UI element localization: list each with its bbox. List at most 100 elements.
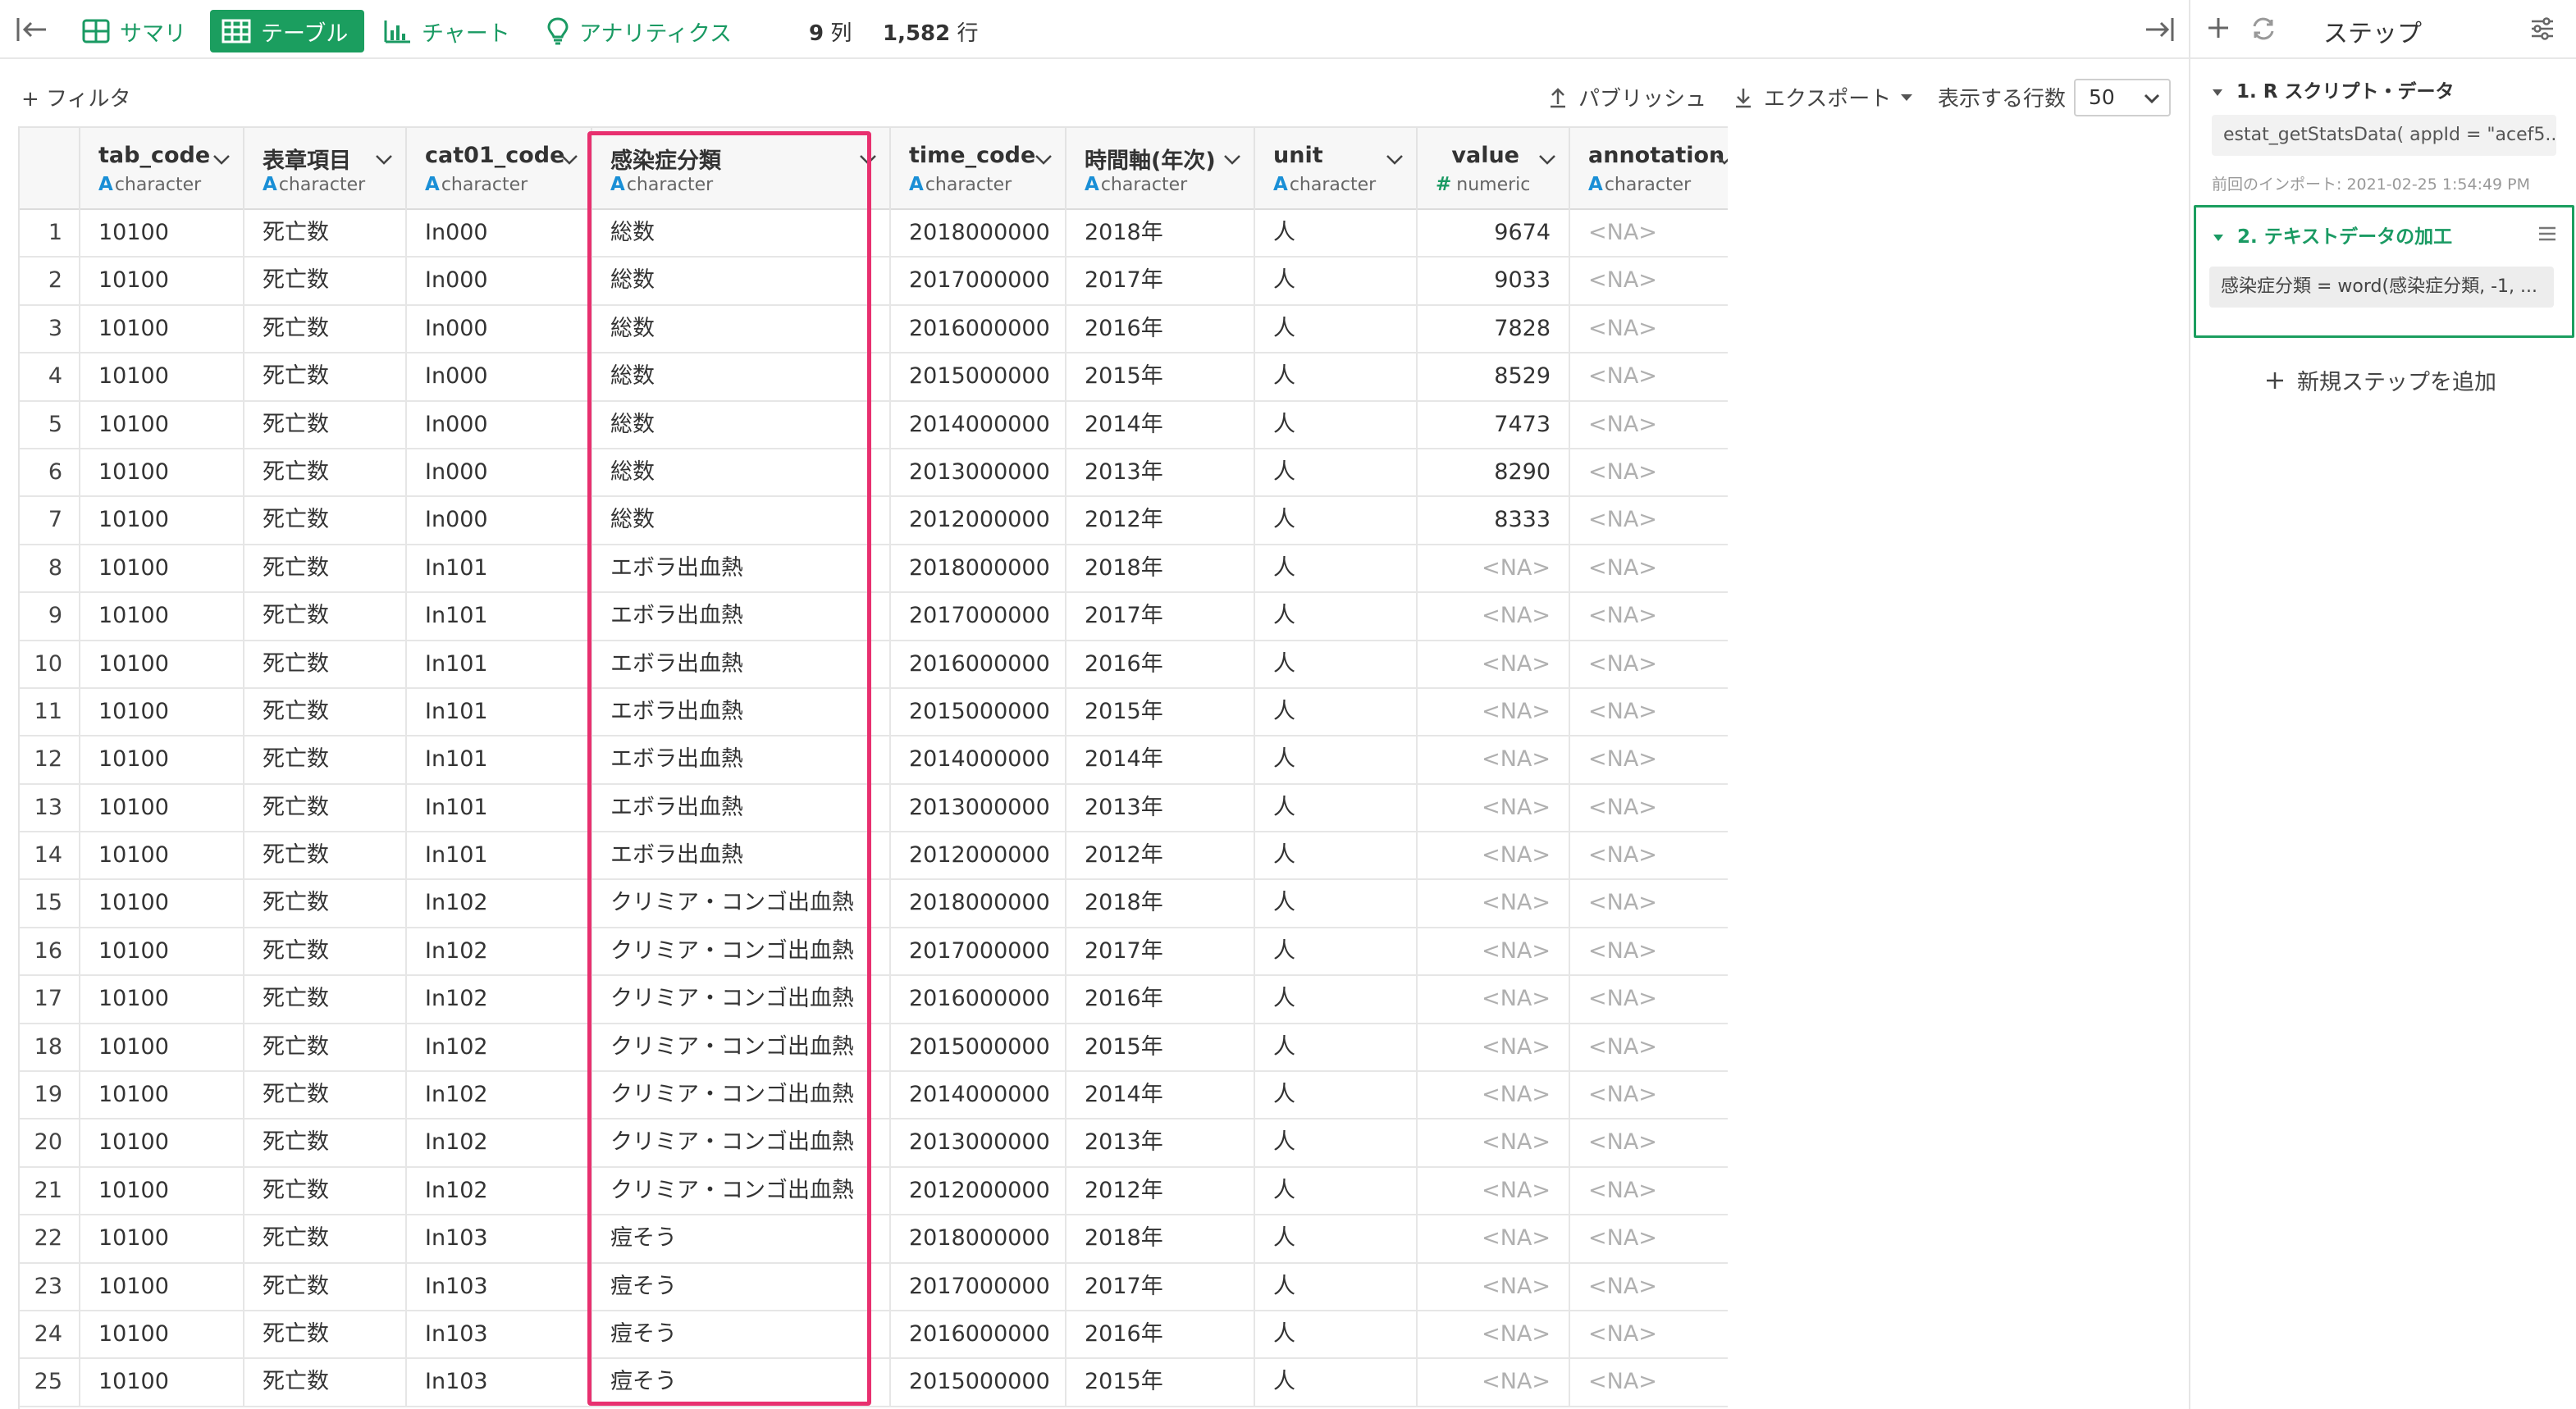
table-cell[interactable]: 人 xyxy=(1255,784,1418,832)
table-row[interactable]: 14 10100 死亡数 In101 エボラ出血熱 2012000000 2012年人 <NA… xyxy=(20,832,1728,881)
table-cell[interactable]: <NA> xyxy=(1570,306,1728,352)
table-cell[interactable]: 痘そう xyxy=(592,1215,891,1262)
table-cell[interactable]: 2018年 xyxy=(1066,1215,1255,1262)
table-cell[interactable]: In000 xyxy=(407,449,592,496)
table-cell[interactable]: 人 xyxy=(1255,1167,1418,1215)
table-cell[interactable]: 2018年 xyxy=(1066,880,1255,927)
table-cell[interactable]: 人 xyxy=(1255,1359,1418,1406)
table-cell[interactable]: <NA> xyxy=(1418,1024,1570,1071)
table-cell[interactable]: In000 xyxy=(407,497,592,544)
table-cell[interactable]: 人 xyxy=(1255,1024,1418,1071)
table-cell[interactable]: <NA> xyxy=(1418,880,1570,927)
table-cell[interactable]: 10100 xyxy=(80,593,244,640)
table-cell[interactable]: 人 xyxy=(1255,1072,1418,1119)
table-cell[interactable]: クリミア・コンゴ出血熱 xyxy=(592,880,891,927)
table-cell[interactable]: 2013000000 xyxy=(891,449,1066,496)
table-cell[interactable]: 2012000000 xyxy=(891,832,1066,879)
table-cell[interactable]: In103 xyxy=(407,1263,592,1310)
step-1-title[interactable]: 1. R スクリプト・データ xyxy=(2212,75,2454,103)
table-cell[interactable]: 10100 xyxy=(80,1215,244,1262)
table-cell[interactable]: 死亡数 xyxy=(244,976,407,1023)
table-cell[interactable]: クリミア・コンゴ出血熱 xyxy=(592,1072,891,1119)
table-cell[interactable]: 総数 xyxy=(592,210,891,257)
table-cell[interactable]: In102 xyxy=(407,976,592,1023)
table-cell[interactable]: In102 xyxy=(407,880,592,927)
table-cell[interactable]: 2014年 xyxy=(1066,736,1255,783)
chevron-down-icon[interactable] xyxy=(374,151,394,167)
table-row[interactable]: 13 10100 死亡数 In101 エボラ出血熱 2013000000 2013年人 <NA… xyxy=(20,784,1728,833)
table-cell[interactable]: In000 xyxy=(407,258,592,304)
table-cell[interactable]: In103 xyxy=(407,1359,592,1406)
table-cell[interactable]: 2014年 xyxy=(1066,1072,1255,1119)
table-cell[interactable]: 死亡数 xyxy=(244,880,407,927)
table-cell[interactable]: <NA> xyxy=(1570,1072,1728,1118)
table-cell[interactable]: 総数 xyxy=(592,497,891,544)
column-header[interactable]: 時間軸(年次) Acharacter xyxy=(1066,128,1255,210)
table-cell[interactable]: 8529 xyxy=(1418,353,1570,400)
filter-button[interactable]: + フィルタ xyxy=(21,82,131,112)
table-cell[interactable]: <NA> xyxy=(1570,1264,1728,1310)
table-cell[interactable]: 死亡数 xyxy=(244,545,407,592)
table-cell[interactable]: 人 xyxy=(1255,210,1418,257)
table-cell[interactable]: 死亡数 xyxy=(244,593,407,640)
table-row[interactable]: 19 10100 死亡数 In102 クリミア・コンゴ出血熱 2014000000 2014… xyxy=(20,1072,1728,1120)
table-row[interactable]: 8 10100 死亡数 In101 エボラ出血熱 2018000000 2018年人 <NA>… xyxy=(20,545,1728,594)
table-cell[interactable]: 人 xyxy=(1255,928,1418,975)
table-row[interactable]: 5 10100 死亡数 In000 総数 2014000000 2014年人 7473 <NA> xyxy=(20,401,1728,449)
column-header[interactable]: time_code Acharacter xyxy=(891,128,1066,210)
table-cell[interactable]: 総数 xyxy=(592,258,891,304)
table-cell[interactable]: エボラ出血熱 xyxy=(592,593,891,640)
table-cell[interactable]: 2015年 xyxy=(1066,1024,1255,1071)
table-cell[interactable]: <NA> xyxy=(1418,1263,1570,1310)
table-cell[interactable]: <NA> xyxy=(1570,402,1728,448)
table-cell[interactable]: 死亡数 xyxy=(244,928,407,975)
table-cell[interactable]: 死亡数 xyxy=(244,1311,407,1358)
table-cell[interactable]: 死亡数 xyxy=(244,1072,407,1119)
table-cell[interactable]: 人 xyxy=(1255,832,1418,879)
table-cell[interactable]: 2017年 xyxy=(1066,593,1255,640)
export-button[interactable]: エクスポート xyxy=(1733,82,1914,112)
table-cell[interactable]: 2016000000 xyxy=(891,305,1066,353)
step-2-card[interactable]: 2. テキストデータの加工 感染症分類 = word(感染症分類, -1, ..… xyxy=(2194,205,2574,338)
table-cell[interactable]: 人 xyxy=(1255,976,1418,1023)
table-cell[interactable]: <NA> xyxy=(1418,1119,1570,1166)
table-cell[interactable]: 2017年 xyxy=(1066,928,1255,975)
table-cell[interactable]: 2016年 xyxy=(1066,305,1255,353)
table-cell[interactable]: 10100 xyxy=(80,880,244,927)
table-cell[interactable]: 2015年 xyxy=(1066,353,1255,400)
table-cell[interactable]: 死亡数 xyxy=(244,258,407,304)
chevron-down-icon[interactable] xyxy=(1537,151,1557,167)
column-header[interactable]: cat01_code Acharacter xyxy=(407,128,592,210)
table-cell[interactable]: 10100 xyxy=(80,1119,244,1166)
table-cell[interactable]: <NA> xyxy=(1570,1215,1728,1261)
table-cell[interactable]: 10100 xyxy=(80,641,244,687)
table-row[interactable]: 24 10100 死亡数 In103 痘そう 2016000000 2016年人 <NA> <N… xyxy=(20,1311,1728,1360)
table-cell[interactable]: 人 xyxy=(1255,1215,1418,1262)
column-header[interactable]: value # numeric xyxy=(1418,128,1570,210)
table-cell[interactable]: 2016000000 xyxy=(891,641,1066,687)
table-cell[interactable]: 10100 xyxy=(80,976,244,1023)
table-cell[interactable]: 2017年 xyxy=(1066,1263,1255,1310)
table-cell[interactable]: 死亡数 xyxy=(244,641,407,687)
table-cell[interactable]: 人 xyxy=(1255,736,1418,783)
table-cell[interactable]: 9033 xyxy=(1418,258,1570,304)
table-cell[interactable]: <NA> xyxy=(1570,1119,1728,1165)
table-cell[interactable]: 10100 xyxy=(80,688,244,736)
table-cell[interactable]: 2018年 xyxy=(1066,545,1255,592)
table-cell[interactable]: 痘そう xyxy=(592,1311,891,1358)
table-cell[interactable]: 総数 xyxy=(592,449,891,496)
table-cell[interactable]: <NA> xyxy=(1570,1311,1728,1357)
collapse-left-icon[interactable] xyxy=(15,15,51,44)
table-cell[interactable]: 2016年 xyxy=(1066,976,1255,1023)
table-cell[interactable]: 総数 xyxy=(592,353,891,400)
table-cell[interactable]: <NA> xyxy=(1418,545,1570,592)
table-cell[interactable]: 10100 xyxy=(80,1359,244,1406)
table-cell[interactable]: 2015000000 xyxy=(891,353,1066,400)
table-cell[interactable]: <NA> xyxy=(1570,497,1728,543)
table-cell[interactable]: 死亡数 xyxy=(244,832,407,879)
step-2-code[interactable]: 感染症分類 = word(感染症分類, -1, ... xyxy=(2209,267,2554,308)
table-cell[interactable]: <NA> xyxy=(1418,928,1570,975)
tab-summary[interactable]: サマリ xyxy=(71,10,198,52)
table-cell[interactable]: エボラ出血熱 xyxy=(592,545,891,592)
table-cell[interactable]: <NA> xyxy=(1570,736,1728,782)
